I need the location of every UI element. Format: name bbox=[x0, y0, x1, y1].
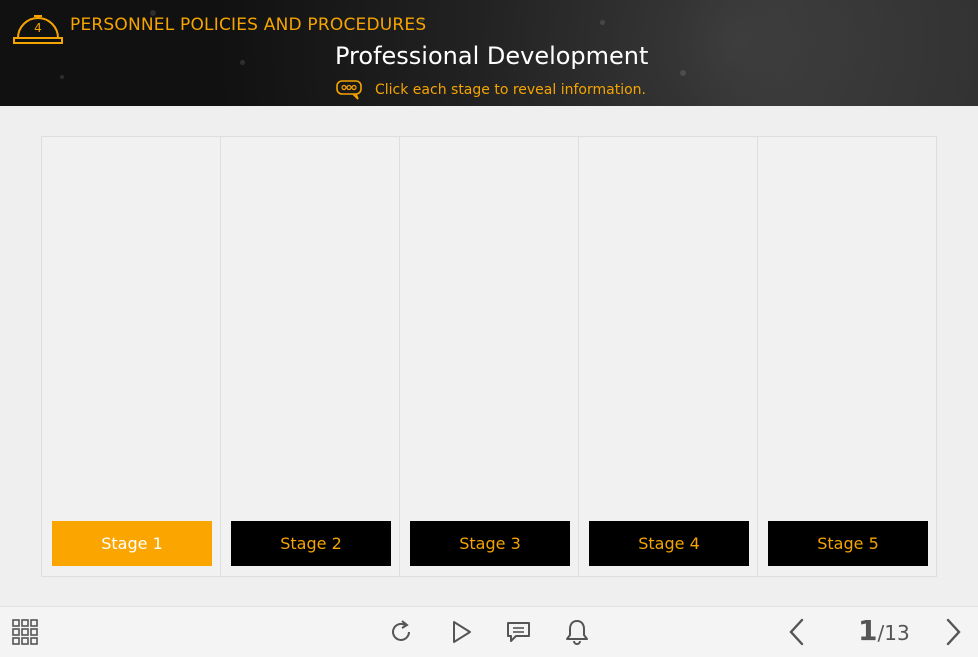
service-bell-icon: 4 bbox=[13, 15, 63, 44]
stage-5-button[interactable]: Stage 5 bbox=[768, 521, 928, 566]
module-title: PERSONNEL POLICIES AND PROCEDURES bbox=[70, 15, 427, 35]
current-page: 1 bbox=[858, 614, 878, 647]
page-title: Professional Development bbox=[335, 42, 649, 70]
stage-4-button[interactable]: Stage 4 bbox=[589, 521, 749, 566]
previous-icon[interactable] bbox=[786, 617, 806, 647]
stages-panel: Stage 1 Stage 2 Stage 3 Stage 4 Stage 5 bbox=[41, 136, 937, 577]
bokeh-light bbox=[240, 60, 245, 65]
stage-column: Stage 1 bbox=[42, 137, 221, 576]
speech-bubble-icon bbox=[336, 80, 362, 100]
stage-3-button[interactable]: Stage 3 bbox=[410, 521, 570, 566]
instruction-text: Click each stage to reveal information. bbox=[375, 82, 646, 98]
stage-column: Stage 2 bbox=[221, 137, 400, 576]
stage-1-button[interactable]: Stage 1 bbox=[52, 521, 212, 566]
page-counter: 1/13 bbox=[858, 614, 910, 647]
header-banner: 4 PERSONNEL POLICIES AND PROCEDURES Prof… bbox=[0, 0, 978, 106]
stage-column: Stage 4 bbox=[579, 137, 758, 576]
player-controls-bar bbox=[0, 606, 978, 657]
module-number: 4 bbox=[34, 21, 42, 35]
play-icon[interactable] bbox=[450, 619, 474, 645]
bokeh-light bbox=[680, 70, 686, 76]
bokeh-light bbox=[600, 20, 605, 25]
stage-2-button[interactable]: Stage 2 bbox=[231, 521, 391, 566]
grid-menu-icon[interactable] bbox=[12, 619, 38, 645]
background-chalkboard bbox=[678, 0, 978, 106]
stage-column: Stage 3 bbox=[400, 137, 579, 576]
notification-bell-icon[interactable] bbox=[564, 618, 590, 646]
total-pages: /13 bbox=[877, 621, 910, 645]
next-icon[interactable] bbox=[944, 617, 964, 647]
stage-column: Stage 5 bbox=[758, 137, 936, 576]
replay-icon[interactable] bbox=[388, 619, 414, 645]
transcript-icon[interactable] bbox=[506, 620, 532, 644]
bokeh-light bbox=[60, 75, 64, 79]
